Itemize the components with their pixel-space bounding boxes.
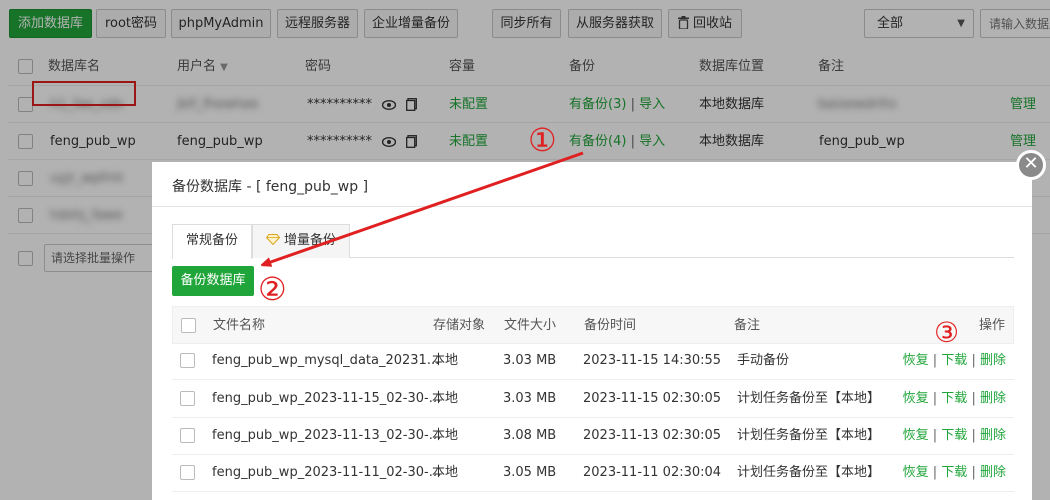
- annotation-3: ③: [934, 316, 959, 349]
- annotation-layer: ① ② ③: [258, 121, 959, 349]
- annotation-1: ①: [528, 121, 557, 159]
- annotation-arrow: [265, 151, 584, 264]
- annotation-2: ②: [258, 270, 287, 308]
